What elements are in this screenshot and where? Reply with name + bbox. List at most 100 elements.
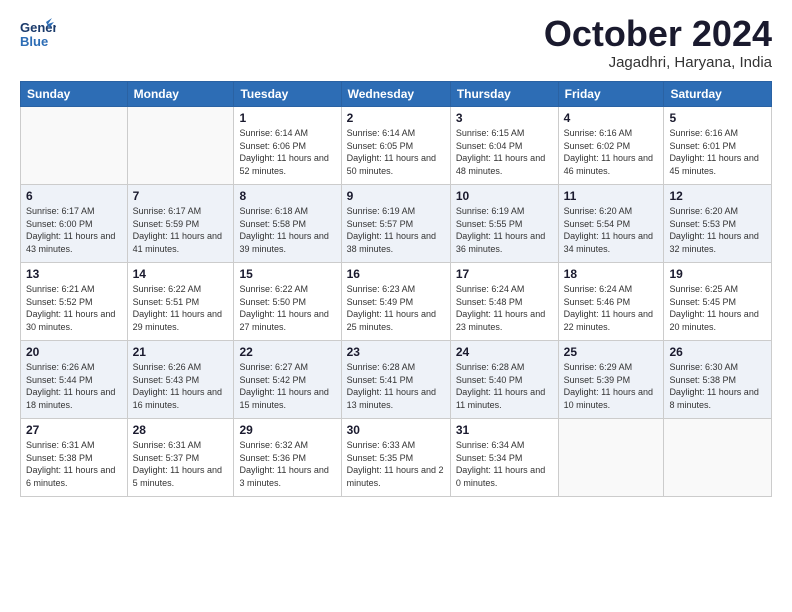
day-number: 13 — [26, 267, 122, 281]
day-number: 15 — [239, 267, 335, 281]
day-number: 22 — [239, 345, 335, 359]
table-row — [21, 107, 128, 185]
logo-icon: General Blue — [20, 16, 56, 52]
day-number: 27 — [26, 423, 122, 437]
table-row: 2 Sunrise: 6:14 AMSunset: 6:05 PMDayligh… — [341, 107, 450, 185]
day-info: Sunrise: 6:24 AMSunset: 5:48 PMDaylight:… — [456, 284, 545, 332]
day-info: Sunrise: 6:22 AMSunset: 5:51 PMDaylight:… — [133, 284, 222, 332]
day-number: 1 — [239, 111, 335, 125]
svg-text:General: General — [20, 20, 56, 35]
day-number: 10 — [456, 189, 553, 203]
table-row: 24 Sunrise: 6:28 AMSunset: 5:40 PMDaylig… — [450, 341, 558, 419]
day-number: 16 — [347, 267, 445, 281]
table-row: 6 Sunrise: 6:17 AMSunset: 6:00 PMDayligh… — [21, 185, 128, 263]
location: Jagadhri, Haryana, India — [544, 54, 772, 71]
calendar-week-row: 1 Sunrise: 6:14 AMSunset: 6:06 PMDayligh… — [21, 107, 772, 185]
day-number: 21 — [133, 345, 229, 359]
day-info: Sunrise: 6:26 AMSunset: 5:44 PMDaylight:… — [26, 362, 115, 410]
logo: General Blue — [20, 16, 56, 52]
table-row: 8 Sunrise: 6:18 AMSunset: 5:58 PMDayligh… — [234, 185, 341, 263]
day-info: Sunrise: 6:21 AMSunset: 5:52 PMDaylight:… — [26, 284, 115, 332]
calendar-table: Sunday Monday Tuesday Wednesday Thursday… — [20, 81, 772, 497]
day-info: Sunrise: 6:24 AMSunset: 5:46 PMDaylight:… — [564, 284, 653, 332]
day-number: 12 — [669, 189, 766, 203]
header-wednesday: Wednesday — [341, 82, 450, 107]
day-number: 26 — [669, 345, 766, 359]
table-row: 23 Sunrise: 6:28 AMSunset: 5:41 PMDaylig… — [341, 341, 450, 419]
table-row: 4 Sunrise: 6:16 AMSunset: 6:02 PMDayligh… — [558, 107, 664, 185]
day-number: 2 — [347, 111, 445, 125]
day-info: Sunrise: 6:14 AMSunset: 6:05 PMDaylight:… — [347, 128, 436, 176]
day-info: Sunrise: 6:15 AMSunset: 6:04 PMDaylight:… — [456, 128, 545, 176]
day-number: 30 — [347, 423, 445, 437]
table-row: 16 Sunrise: 6:23 AMSunset: 5:49 PMDaylig… — [341, 263, 450, 341]
day-number: 4 — [564, 111, 659, 125]
table-row — [664, 419, 772, 497]
calendar-header-row: Sunday Monday Tuesday Wednesday Thursday… — [21, 82, 772, 107]
day-number: 19 — [669, 267, 766, 281]
day-number: 28 — [133, 423, 229, 437]
day-info: Sunrise: 6:22 AMSunset: 5:50 PMDaylight:… — [239, 284, 328, 332]
day-info: Sunrise: 6:33 AMSunset: 5:35 PMDaylight:… — [347, 440, 444, 488]
day-info: Sunrise: 6:27 AMSunset: 5:42 PMDaylight:… — [239, 362, 328, 410]
table-row: 11 Sunrise: 6:20 AMSunset: 5:54 PMDaylig… — [558, 185, 664, 263]
day-number: 23 — [347, 345, 445, 359]
table-row: 25 Sunrise: 6:29 AMSunset: 5:39 PMDaylig… — [558, 341, 664, 419]
day-number: 9 — [347, 189, 445, 203]
table-row: 20 Sunrise: 6:26 AMSunset: 5:44 PMDaylig… — [21, 341, 128, 419]
day-number: 24 — [456, 345, 553, 359]
day-info: Sunrise: 6:28 AMSunset: 5:41 PMDaylight:… — [347, 362, 436, 410]
day-number: 14 — [133, 267, 229, 281]
day-info: Sunrise: 6:23 AMSunset: 5:49 PMDaylight:… — [347, 284, 436, 332]
header: General Blue October 2024 Jagadhri, Hary… — [20, 16, 772, 71]
table-row: 3 Sunrise: 6:15 AMSunset: 6:04 PMDayligh… — [450, 107, 558, 185]
day-info: Sunrise: 6:28 AMSunset: 5:40 PMDaylight:… — [456, 362, 545, 410]
table-row: 12 Sunrise: 6:20 AMSunset: 5:53 PMDaylig… — [664, 185, 772, 263]
table-row: 7 Sunrise: 6:17 AMSunset: 5:59 PMDayligh… — [127, 185, 234, 263]
table-row: 18 Sunrise: 6:24 AMSunset: 5:46 PMDaylig… — [558, 263, 664, 341]
calendar-week-row: 27 Sunrise: 6:31 AMSunset: 5:38 PMDaylig… — [21, 419, 772, 497]
day-info: Sunrise: 6:20 AMSunset: 5:54 PMDaylight:… — [564, 206, 653, 254]
header-thursday: Thursday — [450, 82, 558, 107]
table-row: 31 Sunrise: 6:34 AMSunset: 5:34 PMDaylig… — [450, 419, 558, 497]
table-row: 30 Sunrise: 6:33 AMSunset: 5:35 PMDaylig… — [341, 419, 450, 497]
table-row: 1 Sunrise: 6:14 AMSunset: 6:06 PMDayligh… — [234, 107, 341, 185]
table-row — [558, 419, 664, 497]
table-row: 27 Sunrise: 6:31 AMSunset: 5:38 PMDaylig… — [21, 419, 128, 497]
day-info: Sunrise: 6:29 AMSunset: 5:39 PMDaylight:… — [564, 362, 653, 410]
table-row: 14 Sunrise: 6:22 AMSunset: 5:51 PMDaylig… — [127, 263, 234, 341]
day-info: Sunrise: 6:16 AMSunset: 6:01 PMDaylight:… — [669, 128, 758, 176]
page: General Blue October 2024 Jagadhri, Hary… — [0, 0, 792, 612]
header-friday: Friday — [558, 82, 664, 107]
table-row: 10 Sunrise: 6:19 AMSunset: 5:55 PMDaylig… — [450, 185, 558, 263]
day-number: 29 — [239, 423, 335, 437]
calendar-week-row: 13 Sunrise: 6:21 AMSunset: 5:52 PMDaylig… — [21, 263, 772, 341]
table-row: 19 Sunrise: 6:25 AMSunset: 5:45 PMDaylig… — [664, 263, 772, 341]
header-sunday: Sunday — [21, 82, 128, 107]
day-info: Sunrise: 6:25 AMSunset: 5:45 PMDaylight:… — [669, 284, 758, 332]
day-info: Sunrise: 6:19 AMSunset: 5:55 PMDaylight:… — [456, 206, 545, 254]
calendar-week-row: 20 Sunrise: 6:26 AMSunset: 5:44 PMDaylig… — [21, 341, 772, 419]
table-row: 9 Sunrise: 6:19 AMSunset: 5:57 PMDayligh… — [341, 185, 450, 263]
table-row: 26 Sunrise: 6:30 AMSunset: 5:38 PMDaylig… — [664, 341, 772, 419]
day-info: Sunrise: 6:34 AMSunset: 5:34 PMDaylight:… — [456, 440, 545, 488]
day-number: 25 — [564, 345, 659, 359]
day-number: 6 — [26, 189, 122, 203]
svg-text:Blue: Blue — [20, 34, 48, 49]
day-number: 3 — [456, 111, 553, 125]
day-number: 5 — [669, 111, 766, 125]
table-row: 5 Sunrise: 6:16 AMSunset: 6:01 PMDayligh… — [664, 107, 772, 185]
table-row: 17 Sunrise: 6:24 AMSunset: 5:48 PMDaylig… — [450, 263, 558, 341]
header-tuesday: Tuesday — [234, 82, 341, 107]
title-block: October 2024 Jagadhri, Haryana, India — [544, 16, 772, 71]
day-number: 31 — [456, 423, 553, 437]
table-row: 21 Sunrise: 6:26 AMSunset: 5:43 PMDaylig… — [127, 341, 234, 419]
day-info: Sunrise: 6:26 AMSunset: 5:43 PMDaylight:… — [133, 362, 222, 410]
header-monday: Monday — [127, 82, 234, 107]
table-row: 28 Sunrise: 6:31 AMSunset: 5:37 PMDaylig… — [127, 419, 234, 497]
day-info: Sunrise: 6:30 AMSunset: 5:38 PMDaylight:… — [669, 362, 758, 410]
day-info: Sunrise: 6:31 AMSunset: 5:37 PMDaylight:… — [133, 440, 222, 488]
day-info: Sunrise: 6:14 AMSunset: 6:06 PMDaylight:… — [239, 128, 328, 176]
day-info: Sunrise: 6:16 AMSunset: 6:02 PMDaylight:… — [564, 128, 653, 176]
header-saturday: Saturday — [664, 82, 772, 107]
